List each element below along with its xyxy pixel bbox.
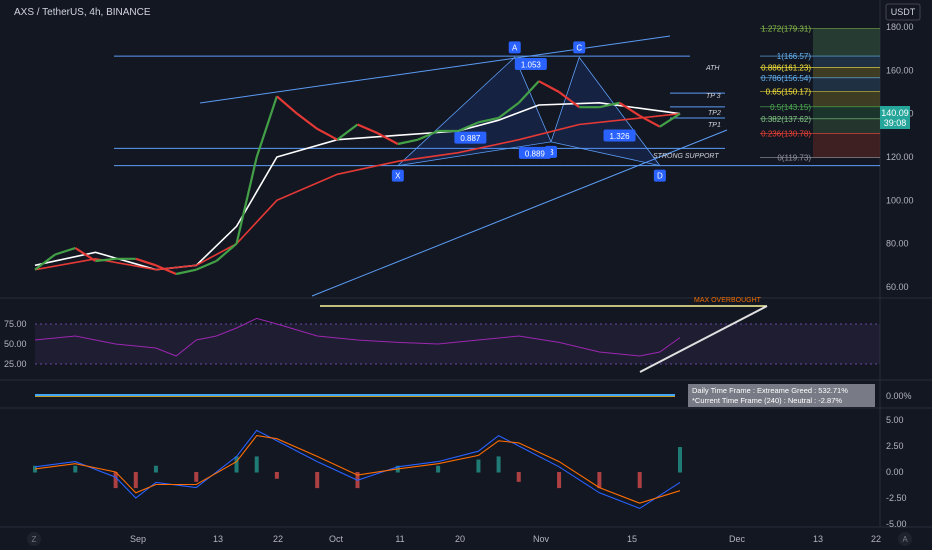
trading-chart[interactable]: AXS / TetherUS, 4h, BINANCE USDT 1.272(1… [0, 0, 932, 550]
corner-button-right-label: A [902, 535, 908, 544]
harmonic-ratio-label: 1.053 [521, 61, 542, 70]
time-axis-label: 15 [627, 534, 637, 544]
macd-histogram-bar [153, 465, 158, 473]
time-axis-label: Sep [130, 534, 146, 544]
rsi-tick-label: 25.00 [4, 359, 27, 369]
time-axis-label: 13 [813, 534, 823, 544]
fib-label: 0(119.73) [777, 154, 811, 163]
annotation-tp1: TP1 [708, 122, 721, 129]
harmonic-ratio-label: 0.889 [525, 149, 546, 158]
fib-zone [813, 118, 880, 134]
fib-zone [813, 28, 880, 57]
rsi-band [35, 324, 880, 364]
current-price-value: 140.09 [881, 108, 909, 118]
macd-histogram-bar [315, 472, 320, 489]
macd-histogram-bar [254, 456, 259, 473]
harmonic-ratio-label: 0.887 [460, 134, 481, 143]
fib-zone [813, 67, 880, 78]
rsi-tick-label: 50.00 [4, 339, 27, 349]
macd-histogram-bar [516, 472, 521, 482]
fib-label: 0.382(137.62) [761, 115, 811, 124]
annotation-max-overbought: MAX OVERBOUGHT [694, 297, 762, 304]
sentiment-axis-tick: 0.00% [886, 391, 912, 401]
price-tick-label: 120.00 [886, 152, 914, 162]
time-axis-label: 22 [273, 534, 283, 544]
time-axis-label: 22 [871, 534, 881, 544]
time-axis-label: 20 [455, 534, 465, 544]
macd-histogram-bar [274, 472, 279, 479]
fib-zone [813, 91, 880, 107]
rsi-tick-label: 75.00 [4, 319, 27, 329]
macd-histogram-bar [597, 472, 602, 489]
fib-zone [813, 77, 880, 92]
harmonic-point-label: A [512, 43, 518, 52]
fib-zone [813, 56, 880, 68]
annotation-strong-support: STRONG SUPPORT [653, 153, 719, 160]
fib-zone [813, 133, 880, 158]
price-tick-label: 60.00 [886, 282, 909, 292]
sentiment-daily: Daily Time Frame : Extreame Greed : 532.… [692, 386, 848, 395]
macd-histogram-bar [73, 465, 78, 473]
macd-histogram-bar [678, 447, 682, 473]
corner-button-left-label: Z [32, 535, 37, 544]
macd-histogram-bar [234, 456, 239, 473]
macd-histogram-bar [557, 472, 562, 489]
macd-histogram-bar [113, 472, 118, 489]
fib-label: 0.5(143.15) [770, 103, 811, 112]
harmonic-point-label: D [657, 172, 663, 181]
macd-tick-label: 0.00 [886, 467, 904, 477]
time-axis-label: Nov [533, 534, 550, 544]
symbol-title: AXS / TetherUS, 4h, BINANCE [14, 7, 151, 18]
macd-histogram-bar [194, 472, 199, 482]
macd-histogram-bar [436, 465, 441, 473]
macd-histogram-bar [496, 456, 501, 473]
harmonic-point-label: C [576, 43, 582, 52]
macd-tick-label: 5.00 [886, 415, 904, 425]
macd-histogram-bar [476, 459, 481, 473]
price-tick-label: 180.00 [886, 22, 914, 32]
fib-label: 0.886(161.23) [761, 64, 811, 73]
price-tick-label: 100.00 [886, 195, 914, 205]
fib-label: 0.786(156.54) [761, 74, 811, 83]
macd-histogram-bar [637, 472, 642, 489]
time-axis-label: Dec [729, 534, 746, 544]
time-axis-label: 13 [213, 534, 223, 544]
macd-histogram-bar [133, 472, 138, 489]
currency-label: USDT [891, 7, 916, 17]
harmonic-ratio-label: 1.326 [610, 132, 631, 141]
fib-zone [813, 106, 880, 119]
chart-screen: AXS / TetherUS, 4h, BINANCE USDT 1.272(1… [0, 0, 932, 550]
price-tick-label: 160.00 [886, 65, 914, 75]
sentiment-current: *Current Time Frame (240) : Neutral : -2… [692, 396, 842, 405]
fib-label: 1.272(179.31) [761, 24, 811, 33]
fib-label: 1(166.57) [777, 52, 812, 61]
harmonic-point-label: X [395, 172, 401, 181]
macd-tick-label: -2.50 [886, 493, 907, 503]
macd-tick-label: 2.50 [886, 441, 904, 451]
annotation-ath: ATH [705, 65, 720, 72]
annotation-tp2: TP2 [708, 110, 721, 117]
fib-label: 0.236(130.78) [761, 130, 811, 139]
candle-countdown: 39:08 [884, 118, 907, 128]
annotation-tp3: TP 3 [706, 93, 721, 100]
time-axis-label: Oct [329, 534, 344, 544]
time-axis-label: 11 [395, 534, 404, 544]
rsi-axis: 75.00 50.00 25.00 [4, 319, 27, 369]
macd-tick-label: -5.00 [886, 519, 907, 529]
price-tick-label: 80.00 [886, 239, 909, 249]
fib-label: 0.65(150.17) [766, 88, 812, 97]
